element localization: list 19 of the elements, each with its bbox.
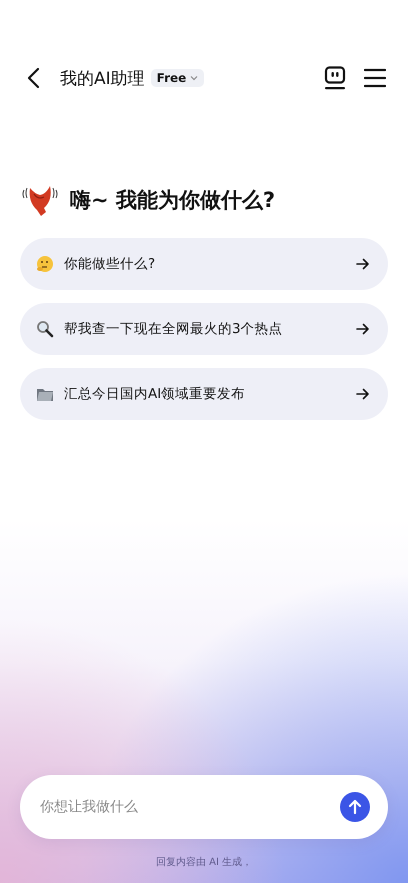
magnifier-icon: [36, 320, 54, 338]
suggestion-chip[interactable]: 你能做些什么?: [20, 238, 388, 290]
thinking-face-icon: [36, 255, 54, 273]
suggestion-chip[interactable]: 汇总今日国内AI领域重要发布: [20, 368, 388, 420]
arrow-right-icon: [356, 258, 370, 270]
message-input[interactable]: 你想让我做什么: [20, 775, 388, 839]
greeting-heading: 嗨~ 我能为你做什么?: [70, 187, 276, 214]
arrow-right-icon: [356, 323, 370, 335]
menu-icon[interactable]: [364, 68, 386, 88]
plan-dropdown[interactable]: Free: [150, 69, 204, 87]
back-icon[interactable]: [26, 67, 40, 89]
disclaimer-text: 回复内容由 AI 生成，: [156, 856, 252, 869]
chevron-down-icon: [190, 75, 198, 81]
robot-face-icon[interactable]: [324, 66, 346, 90]
folder-icon: [36, 386, 54, 402]
suggestion-chip[interactable]: 帮我查一下现在全网最火的3个热点: [20, 303, 388, 355]
send-icon[interactable]: [340, 792, 370, 822]
arrow-right-icon: [356, 388, 370, 400]
page-title: 我的AI助理: [60, 68, 145, 90]
